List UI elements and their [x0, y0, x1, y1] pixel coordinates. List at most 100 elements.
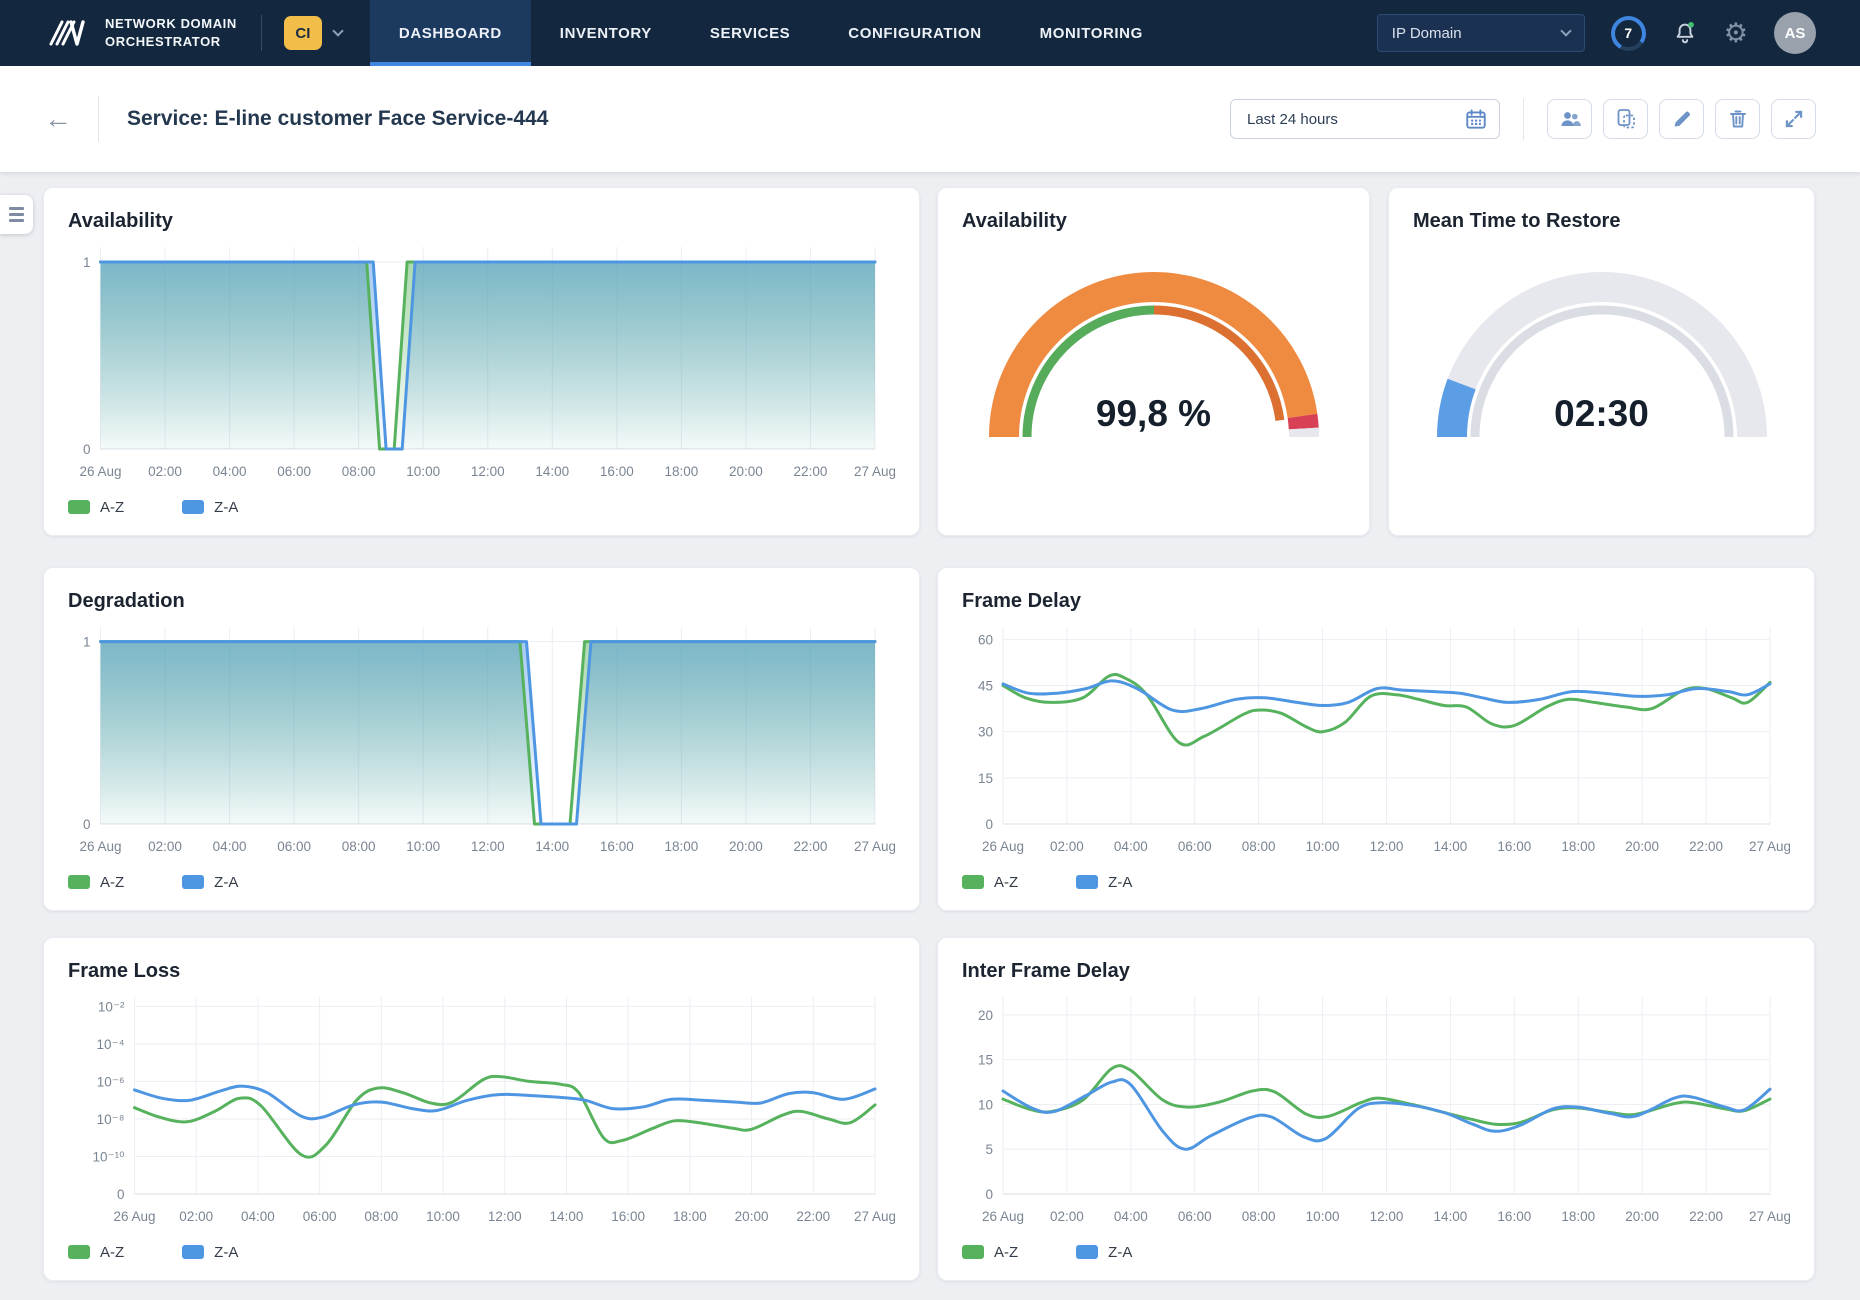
context-switcher[interactable]: CI — [262, 0, 360, 66]
legend-label: A-Z — [100, 499, 124, 516]
chart-title: Frame Loss — [68, 960, 895, 983]
main-nav-tabs: DASHBOARD INVENTORY SERVICES CONFIGURATI… — [370, 0, 1172, 66]
svg-text:20:00: 20:00 — [1625, 1209, 1659, 1224]
legend-item-za[interactable]: Z-A — [182, 874, 238, 891]
clone-button[interactable] — [1603, 99, 1648, 139]
svg-text:0: 0 — [985, 1187, 993, 1202]
legend-item-za[interactable]: Z-A — [182, 499, 238, 516]
legend-item-za[interactable]: Z-A — [182, 1244, 238, 1261]
svg-text:0: 0 — [985, 817, 993, 832]
legend-swatch — [182, 875, 204, 889]
svg-text:10⁻⁸: 10⁻⁸ — [97, 1112, 125, 1127]
arrow-left-icon[interactable]: ← — [44, 105, 72, 133]
nav-right: IP Domain 7 ⚙ AS — [1377, 0, 1860, 66]
chart-legend: A-Z Z-A — [68, 1238, 895, 1266]
legend-label: Z-A — [214, 1244, 238, 1261]
svg-text:26 Aug: 26 Aug — [79, 839, 121, 854]
legend-item-az[interactable]: A-Z — [962, 874, 1018, 891]
legend-item-az[interactable]: A-Z — [68, 874, 124, 891]
time-range-picker[interactable]: Last 24 hours — [1230, 99, 1500, 139]
svg-text:18:00: 18:00 — [673, 1209, 707, 1224]
gauge-value: 99,8 % — [962, 393, 1345, 435]
clone-icon — [1614, 107, 1638, 131]
notifications-ring[interactable]: 7 — [1611, 16, 1646, 51]
svg-text:20: 20 — [978, 1008, 993, 1023]
svg-text:06:00: 06:00 — [303, 1209, 337, 1224]
svg-text:12:00: 12:00 — [1370, 1209, 1404, 1224]
svg-text:1: 1 — [83, 635, 91, 650]
widget-menu-toggle[interactable] — [0, 195, 33, 234]
page-title: Service: E-line customer Face Service-44… — [127, 107, 548, 131]
svg-text:5: 5 — [985, 1142, 993, 1157]
svg-text:02:00: 02:00 — [148, 464, 182, 479]
edit-button[interactable] — [1659, 99, 1704, 139]
svg-text:08:00: 08:00 — [342, 464, 376, 479]
legend-label: Z-A — [214, 874, 238, 891]
legend-swatch — [182, 500, 204, 514]
inter-frame-delay-chart-card: Inter Frame Delay 26 Aug02:0004:0006:000… — [937, 937, 1815, 1281]
tab-dashboard[interactable]: DASHBOARD — [370, 0, 531, 66]
chart-legend: A-Z Z-A — [962, 868, 1790, 896]
svg-text:12:00: 12:00 — [471, 464, 505, 479]
legend-item-za[interactable]: Z-A — [1076, 874, 1132, 891]
mttr-gauge-card: Mean Time to Restore 02:30 — [1388, 187, 1815, 536]
tab-inventory[interactable]: INVENTORY — [531, 0, 681, 66]
svg-text:27 Aug: 27 Aug — [1749, 839, 1790, 854]
expand-button[interactable] — [1771, 99, 1816, 139]
svg-text:22:00: 22:00 — [1689, 1209, 1723, 1224]
time-range-value: Last 24 hours — [1247, 111, 1338, 128]
gear-icon[interactable]: ⚙ — [1724, 20, 1748, 47]
chevron-down-icon — [332, 25, 343, 36]
legend-label: A-Z — [100, 874, 124, 891]
legend-swatch — [1076, 1245, 1098, 1259]
svg-text:04:00: 04:00 — [213, 839, 247, 854]
users-icon — [1558, 107, 1582, 131]
svg-text:10⁻²: 10⁻² — [98, 999, 125, 1014]
svg-text:10⁻⁴: 10⁻⁴ — [97, 1037, 125, 1052]
page: NETWORK DOMAIN ORCHESTRATOR CI DASHBOARD… — [0, 0, 1860, 1300]
svg-text:06:00: 06:00 — [277, 464, 311, 479]
share-users-button[interactable] — [1547, 99, 1592, 139]
avatar[interactable]: AS — [1774, 12, 1816, 54]
svg-text:02:00: 02:00 — [148, 839, 182, 854]
svg-text:12:00: 12:00 — [1370, 839, 1404, 854]
chart-title: Availability — [68, 210, 895, 233]
availability-chart: 26 Aug02:0004:0006:0008:0010:0012:0014:0… — [68, 235, 895, 491]
svg-text:16:00: 16:00 — [600, 839, 634, 854]
svg-text:08:00: 08:00 — [1242, 1209, 1276, 1224]
tab-monitoring[interactable]: MONITORING — [1011, 0, 1172, 66]
svg-text:12:00: 12:00 — [471, 839, 505, 854]
svg-text:14:00: 14:00 — [1434, 1209, 1468, 1224]
edit-icon — [1670, 107, 1694, 131]
delete-button[interactable] — [1715, 99, 1760, 139]
svg-text:04:00: 04:00 — [213, 464, 247, 479]
svg-text:18:00: 18:00 — [664, 839, 698, 854]
svg-text:18:00: 18:00 — [1561, 839, 1595, 854]
tab-services[interactable]: SERVICES — [681, 0, 819, 66]
legend-item-az[interactable]: A-Z — [68, 1244, 124, 1261]
domain-select[interactable]: IP Domain — [1377, 14, 1585, 52]
svg-text:16:00: 16:00 — [600, 464, 634, 479]
legend-label: Z-A — [1108, 1244, 1132, 1261]
context-badge[interactable]: CI — [284, 16, 322, 50]
legend-swatch — [182, 1245, 204, 1259]
svg-text:18:00: 18:00 — [1561, 1209, 1595, 1224]
page-header: ← Service: E-line customer Face Service-… — [0, 66, 1860, 172]
legend-item-az[interactable]: A-Z — [68, 499, 124, 516]
legend-swatch — [962, 875, 984, 889]
svg-text:08:00: 08:00 — [342, 839, 376, 854]
chart-title: Inter Frame Delay — [962, 960, 1790, 983]
legend-item-az[interactable]: A-Z — [962, 1244, 1018, 1261]
svg-text:06:00: 06:00 — [1178, 1209, 1212, 1224]
chart-legend: A-Z Z-A — [68, 493, 895, 521]
legend-item-za[interactable]: Z-A — [1076, 1244, 1132, 1261]
tab-configuration[interactable]: CONFIGURATION — [819, 0, 1010, 66]
svg-text:27 Aug: 27 Aug — [854, 839, 895, 854]
chart-title: Mean Time to Restore — [1413, 210, 1790, 233]
chart-title: Frame Delay — [962, 590, 1790, 613]
inter-frame-delay-chart: 26 Aug02:0004:0006:0008:0010:0012:0014:0… — [962, 985, 1790, 1236]
bell-icon[interactable] — [1672, 20, 1698, 46]
svg-text:27 Aug: 27 Aug — [1749, 1209, 1790, 1224]
degradation-chart-card: Degradation 26 Aug02:0004:0006:0008:0010… — [43, 567, 920, 911]
svg-text:45: 45 — [978, 678, 993, 693]
